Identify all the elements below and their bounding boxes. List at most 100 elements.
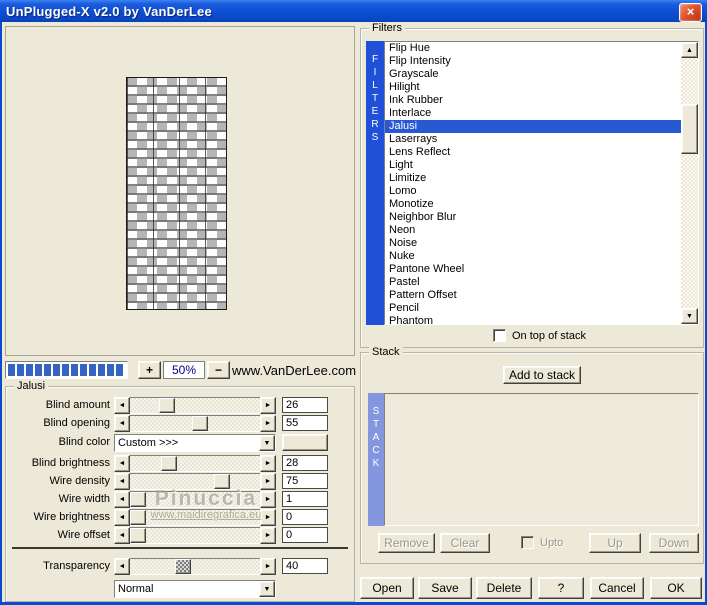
filter-item-neon[interactable]: Neon bbox=[385, 224, 681, 237]
param-value-input[interactable] bbox=[282, 397, 328, 413]
right-arrow-icon[interactable]: ► bbox=[260, 509, 276, 526]
left-arrow-icon[interactable]: ◄ bbox=[114, 558, 130, 575]
up-button[interactable]: Up bbox=[589, 533, 641, 553]
slider-thumb[interactable] bbox=[161, 456, 177, 471]
filters-list[interactable]: Flip Hue Flip Intensity Grayscale Hilight In… bbox=[384, 41, 699, 325]
filter-item-jalusi[interactable]: Jalusi bbox=[385, 120, 681, 133]
filters-scrollbar[interactable]: ▲ ▼ bbox=[681, 42, 698, 324]
remove-button[interactable]: Remove bbox=[378, 533, 435, 553]
filter-item-lens-reflect[interactable]: Lens Reflect bbox=[385, 146, 681, 159]
slider-track[interactable] bbox=[130, 397, 260, 414]
filter-item-pastel[interactable]: Pastel bbox=[385, 276, 681, 289]
filter-item-pencil[interactable]: Pencil bbox=[385, 302, 681, 315]
param-value-input[interactable] bbox=[282, 527, 328, 543]
right-arrow-icon[interactable]: ► bbox=[260, 415, 276, 432]
param-value-input[interactable] bbox=[282, 415, 328, 431]
slider-thumb[interactable] bbox=[159, 398, 175, 413]
left-arrow-icon[interactable]: ◄ bbox=[114, 509, 130, 526]
stack-list[interactable] bbox=[384, 393, 699, 526]
filter-item-light[interactable]: Light bbox=[385, 159, 681, 172]
param-slider[interactable]: ◄ ► bbox=[114, 558, 276, 575]
slider-thumb[interactable] bbox=[130, 510, 146, 525]
progress-fill bbox=[8, 364, 125, 376]
zoom-out-button[interactable]: − bbox=[207, 361, 230, 379]
save-button[interactable]: Save bbox=[418, 577, 472, 599]
left-arrow-icon[interactable]: ◄ bbox=[114, 455, 130, 472]
help-button[interactable]: ? bbox=[538, 577, 584, 599]
scroll-up-icon[interactable]: ▲ bbox=[681, 42, 698, 58]
delete-button[interactable]: Delete bbox=[476, 577, 532, 599]
blend-mode-dropdown[interactable]: Normal ▼ bbox=[114, 580, 276, 598]
slider-thumb[interactable] bbox=[214, 474, 230, 489]
param-slider[interactable]: ◄ ► bbox=[114, 473, 276, 490]
slider-thumb[interactable] bbox=[192, 416, 208, 431]
slider-track[interactable] bbox=[130, 491, 260, 508]
filter-item-hilight[interactable]: Hilight bbox=[385, 81, 681, 94]
scroll-down-icon[interactable]: ▼ bbox=[681, 308, 698, 324]
clear-button[interactable]: Clear bbox=[440, 533, 490, 553]
left-arrow-icon[interactable]: ◄ bbox=[114, 397, 130, 414]
blind-color-dropdown[interactable]: Custom >>> ▼ bbox=[114, 434, 276, 452]
filter-item-lomo[interactable]: Lomo bbox=[385, 185, 681, 198]
param-slider[interactable]: ◄ ► bbox=[114, 397, 276, 414]
slider-track[interactable] bbox=[130, 455, 260, 472]
param-slider[interactable]: ◄ ► bbox=[114, 509, 276, 526]
filter-item-grayscale[interactable]: Grayscale bbox=[385, 68, 681, 81]
slider-thumb[interactable] bbox=[175, 559, 191, 574]
right-arrow-icon[interactable]: ► bbox=[260, 397, 276, 414]
param-value-input[interactable] bbox=[282, 491, 328, 507]
titlebar[interactable]: UnPlugged-X v2.0 by VanDerLee × bbox=[0, 0, 707, 22]
filter-item-noise[interactable]: Noise bbox=[385, 237, 681, 250]
filter-item-interlace[interactable]: Interlace bbox=[385, 107, 681, 120]
filter-item-pantone-wheel[interactable]: Pantone Wheel bbox=[385, 263, 681, 276]
right-arrow-icon[interactable]: ► bbox=[260, 455, 276, 472]
preview-panel[interactable] bbox=[5, 26, 355, 356]
filter-item-neighbor-blur[interactable]: Neighbor Blur bbox=[385, 211, 681, 224]
filter-item-flip-intensity[interactable]: Flip Intensity bbox=[385, 55, 681, 68]
slider-track[interactable] bbox=[130, 415, 260, 432]
chevron-down-icon[interactable]: ▼ bbox=[259, 581, 275, 597]
open-button[interactable]: Open bbox=[360, 577, 414, 599]
cancel-button[interactable]: Cancel bbox=[590, 577, 644, 599]
right-arrow-icon[interactable]: ► bbox=[260, 558, 276, 575]
slider-track[interactable] bbox=[130, 509, 260, 526]
param-slider[interactable]: ◄ ► bbox=[114, 491, 276, 508]
ok-button[interactable]: OK bbox=[650, 577, 702, 599]
slider-track[interactable] bbox=[130, 527, 260, 544]
upto-checkbox[interactable] bbox=[521, 536, 534, 549]
add-to-stack-button[interactable]: Add to stack bbox=[503, 366, 581, 384]
param-value-input[interactable] bbox=[282, 558, 328, 574]
left-arrow-icon[interactable]: ◄ bbox=[114, 415, 130, 432]
close-button[interactable]: × bbox=[679, 3, 702, 22]
zoom-in-button[interactable]: + bbox=[138, 361, 161, 379]
blind-color-swatch-button[interactable] bbox=[282, 434, 328, 451]
param-value-input[interactable] bbox=[282, 509, 328, 525]
filter-item-flip-hue[interactable]: Flip Hue bbox=[385, 42, 681, 55]
left-arrow-icon[interactable]: ◄ bbox=[114, 527, 130, 544]
filter-item-limitize[interactable]: Limitize bbox=[385, 172, 681, 185]
slider-track[interactable] bbox=[130, 473, 260, 490]
filter-item-monotize[interactable]: Monotize bbox=[385, 198, 681, 211]
param-value-input[interactable] bbox=[282, 455, 328, 471]
filter-item-ink-rubber[interactable]: Ink Rubber bbox=[385, 94, 681, 107]
right-arrow-icon[interactable]: ► bbox=[260, 473, 276, 490]
left-arrow-icon[interactable]: ◄ bbox=[114, 473, 130, 490]
filter-item-phantom[interactable]: Phantom bbox=[385, 315, 681, 324]
scrollbar-thumb[interactable] bbox=[681, 104, 698, 154]
right-arrow-icon[interactable]: ► bbox=[260, 527, 276, 544]
right-arrow-icon[interactable]: ► bbox=[260, 491, 276, 508]
chevron-down-icon[interactable]: ▼ bbox=[259, 435, 275, 451]
down-button[interactable]: Down bbox=[649, 533, 699, 553]
slider-thumb[interactable] bbox=[130, 492, 146, 507]
param-value-input[interactable] bbox=[282, 473, 328, 489]
filter-item-pattern-offset[interactable]: Pattern Offset bbox=[385, 289, 681, 302]
param-slider[interactable]: ◄ ► bbox=[114, 415, 276, 432]
slider-track[interactable] bbox=[130, 558, 260, 575]
param-slider[interactable]: ◄ ► bbox=[114, 455, 276, 472]
filter-item-nuke[interactable]: Nuke bbox=[385, 250, 681, 263]
param-slider[interactable]: ◄ ► bbox=[114, 527, 276, 544]
filter-item-laserrays[interactable]: Laserrays bbox=[385, 133, 681, 146]
slider-thumb[interactable] bbox=[130, 528, 146, 543]
on-top-of-stack-checkbox[interactable] bbox=[493, 329, 506, 342]
left-arrow-icon[interactable]: ◄ bbox=[114, 491, 130, 508]
